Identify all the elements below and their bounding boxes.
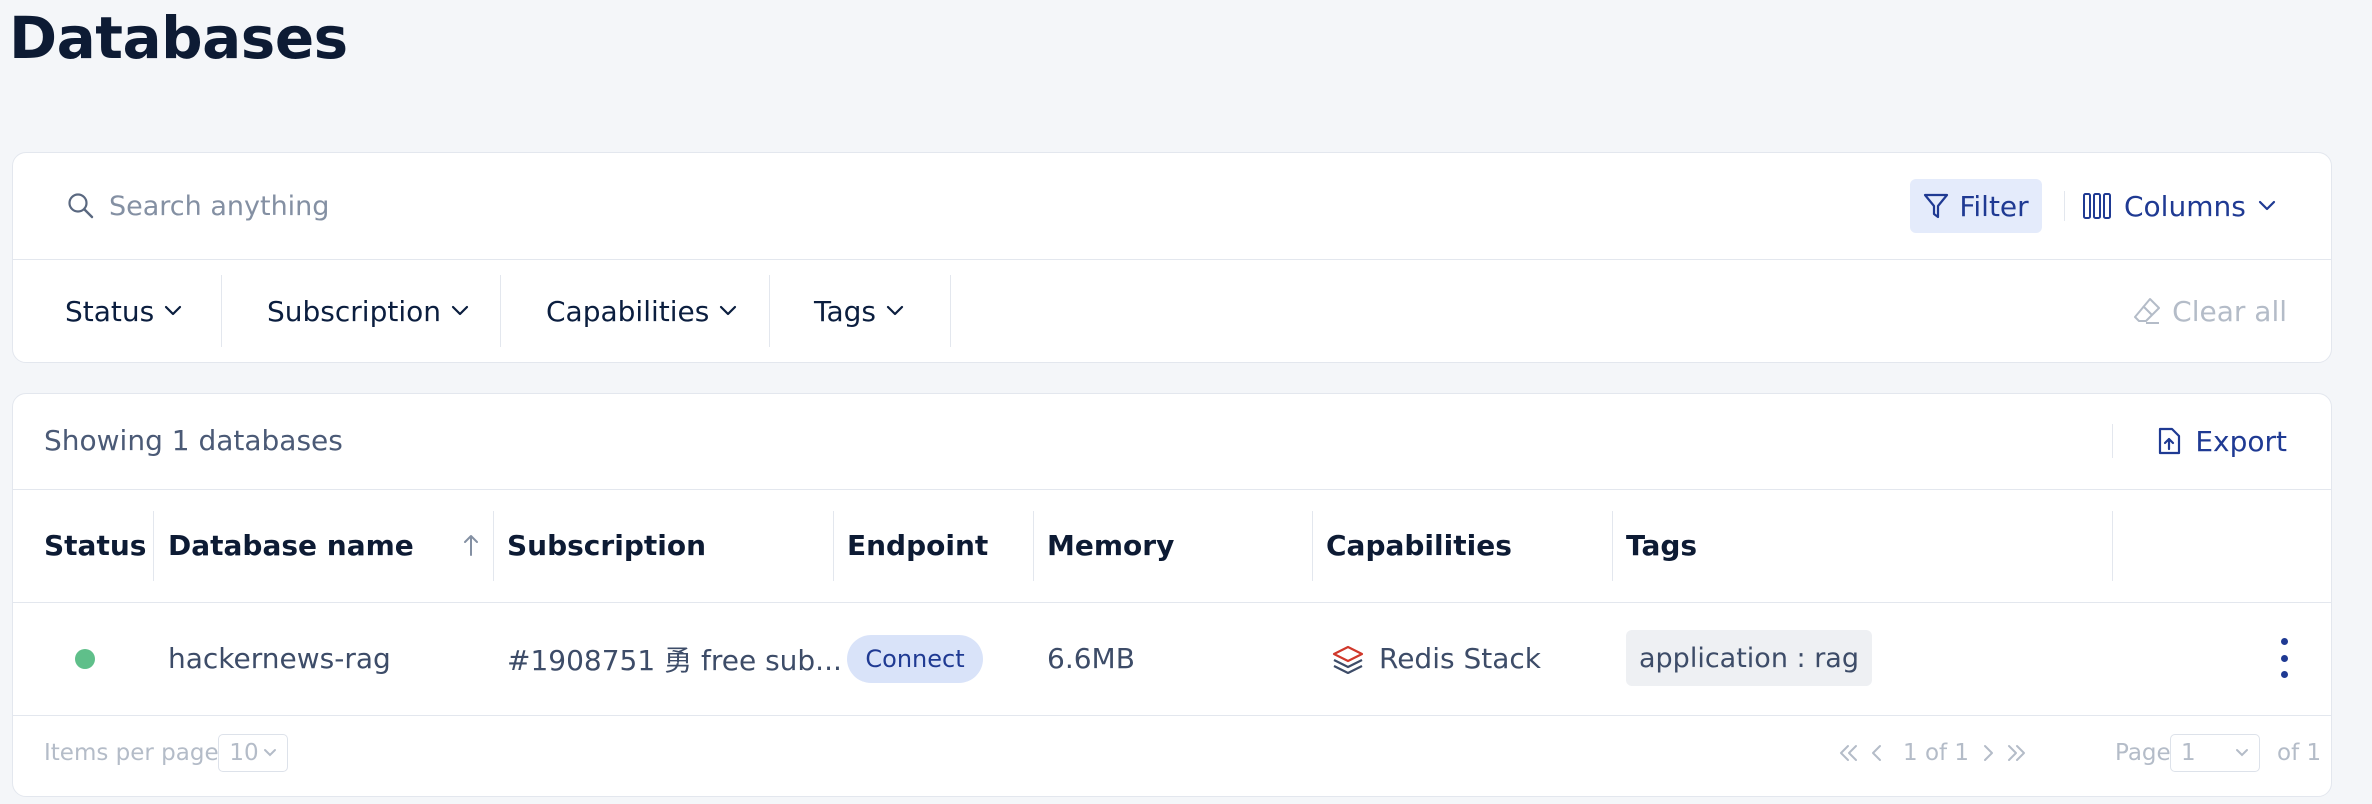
columns-button-label: Columns [2124,189,2246,223]
search-filter-panel: Filter Columns Status Subscription Capab… [12,152,2332,363]
column-header-tags[interactable]: Tags [1626,489,1697,602]
database-name-cell[interactable]: hackernews-rag [168,602,391,715]
items-per-page-select[interactable]: 10 [218,734,288,772]
pagination-bar: Items per page 10 1 of 1 Page 1 of 1 [13,715,2331,796]
next-page-icon[interactable] [1974,737,2002,769]
toolbar-divider [2112,424,2113,458]
chevron-down-icon [2235,748,2249,758]
column-divider [2112,511,2113,581]
items-per-page-value: 10 [229,740,259,766]
filter-button-label: Filter [1959,189,2029,223]
facet-capabilities[interactable]: Capabilities [546,259,737,363]
clear-all-button[interactable]: Clear all [2132,259,2287,363]
column-header-status[interactable]: Status [44,489,146,602]
filter-funnel-icon [1923,192,1949,220]
facet-subscription[interactable]: Subscription [267,259,469,363]
facet-label: Status [65,294,155,328]
facet-status[interactable]: Status [65,259,182,363]
facet-label: Capabilities [546,294,710,328]
column-header-subscription[interactable]: Subscription [507,489,706,602]
export-icon [2155,426,2183,456]
row-actions-kebab-icon[interactable] [2271,638,2297,678]
facet-divider [500,275,501,347]
page-count-text: 1 of 1 [1903,740,1970,766]
eraser-icon [2132,296,2162,326]
facet-tags[interactable]: Tags [814,259,904,363]
column-divider [153,511,154,581]
column-divider [1612,511,1613,581]
column-divider [1033,511,1034,581]
connect-button[interactable]: Connect [847,635,983,683]
columns-icon [2082,192,2112,220]
search-input[interactable] [107,183,1011,229]
column-divider [493,511,494,581]
table-row[interactable]: hackernews-rag #1908751 勇 free sub... Co… [13,602,2331,716]
facet-divider [221,275,222,347]
facet-label: Subscription [267,294,441,328]
toolbar-divider [2064,191,2065,221]
chevron-down-icon [886,305,904,317]
columns-button[interactable]: Columns [2082,179,2276,233]
tag-chip: application : rag [1626,630,1872,686]
filter-button[interactable]: Filter [1910,179,2042,233]
export-button[interactable]: Export [2155,416,2287,466]
results-count: Showing 1 databases [44,424,343,457]
search-row: Filter Columns [13,153,2331,260]
page-title: Databases [9,4,348,72]
status-active-dot [75,649,95,669]
facet-label: Tags [814,294,876,328]
column-header-capabilities[interactable]: Capabilities [1326,489,1512,602]
current-page-value: 1 [2181,740,2196,766]
chevron-down-icon [451,305,469,317]
table-header-row: Status Database name Subscription Endpoi… [13,489,2331,603]
sort-ascending-icon[interactable] [453,527,489,563]
page-label: Page [2115,740,2171,766]
total-pages-text: of 1 [2277,740,2322,766]
column-header-database-name[interactable]: Database name [168,489,414,602]
column-divider [1312,511,1313,581]
search-icon [66,191,96,221]
facet-filters-row: Status Subscription Capabilities Tags Cl… [13,259,2331,363]
first-page-icon[interactable] [1835,737,1863,769]
items-per-page-label: Items per page [44,740,219,766]
capabilities-cell: Redis Stack [1331,602,1541,715]
chevron-down-icon [719,305,737,317]
column-header-endpoint[interactable]: Endpoint [847,489,988,602]
previous-page-icon[interactable] [1863,737,1891,769]
chevron-down-icon [263,748,277,758]
subscription-cell[interactable]: #1908751 勇 free sub... [507,602,842,715]
page-select[interactable]: 1 [2170,734,2260,772]
column-header-memory[interactable]: Memory [1047,489,1174,602]
redis-stack-icon [1331,644,1365,674]
clear-all-label: Clear all [2172,294,2287,328]
chevron-down-icon [164,305,182,317]
databases-table-panel: Showing 1 databases Export Status Databa… [12,393,2332,797]
capability-label: Redis Stack [1379,642,1541,675]
facet-divider [769,275,770,347]
last-page-icon[interactable] [2002,737,2030,769]
table-info-row: Showing 1 databases Export [13,394,2331,490]
facet-divider [950,275,951,347]
chevron-down-icon [2258,200,2276,212]
memory-cell: 6.6MB [1047,642,1135,675]
export-label: Export [2195,424,2287,458]
column-divider [833,511,834,581]
